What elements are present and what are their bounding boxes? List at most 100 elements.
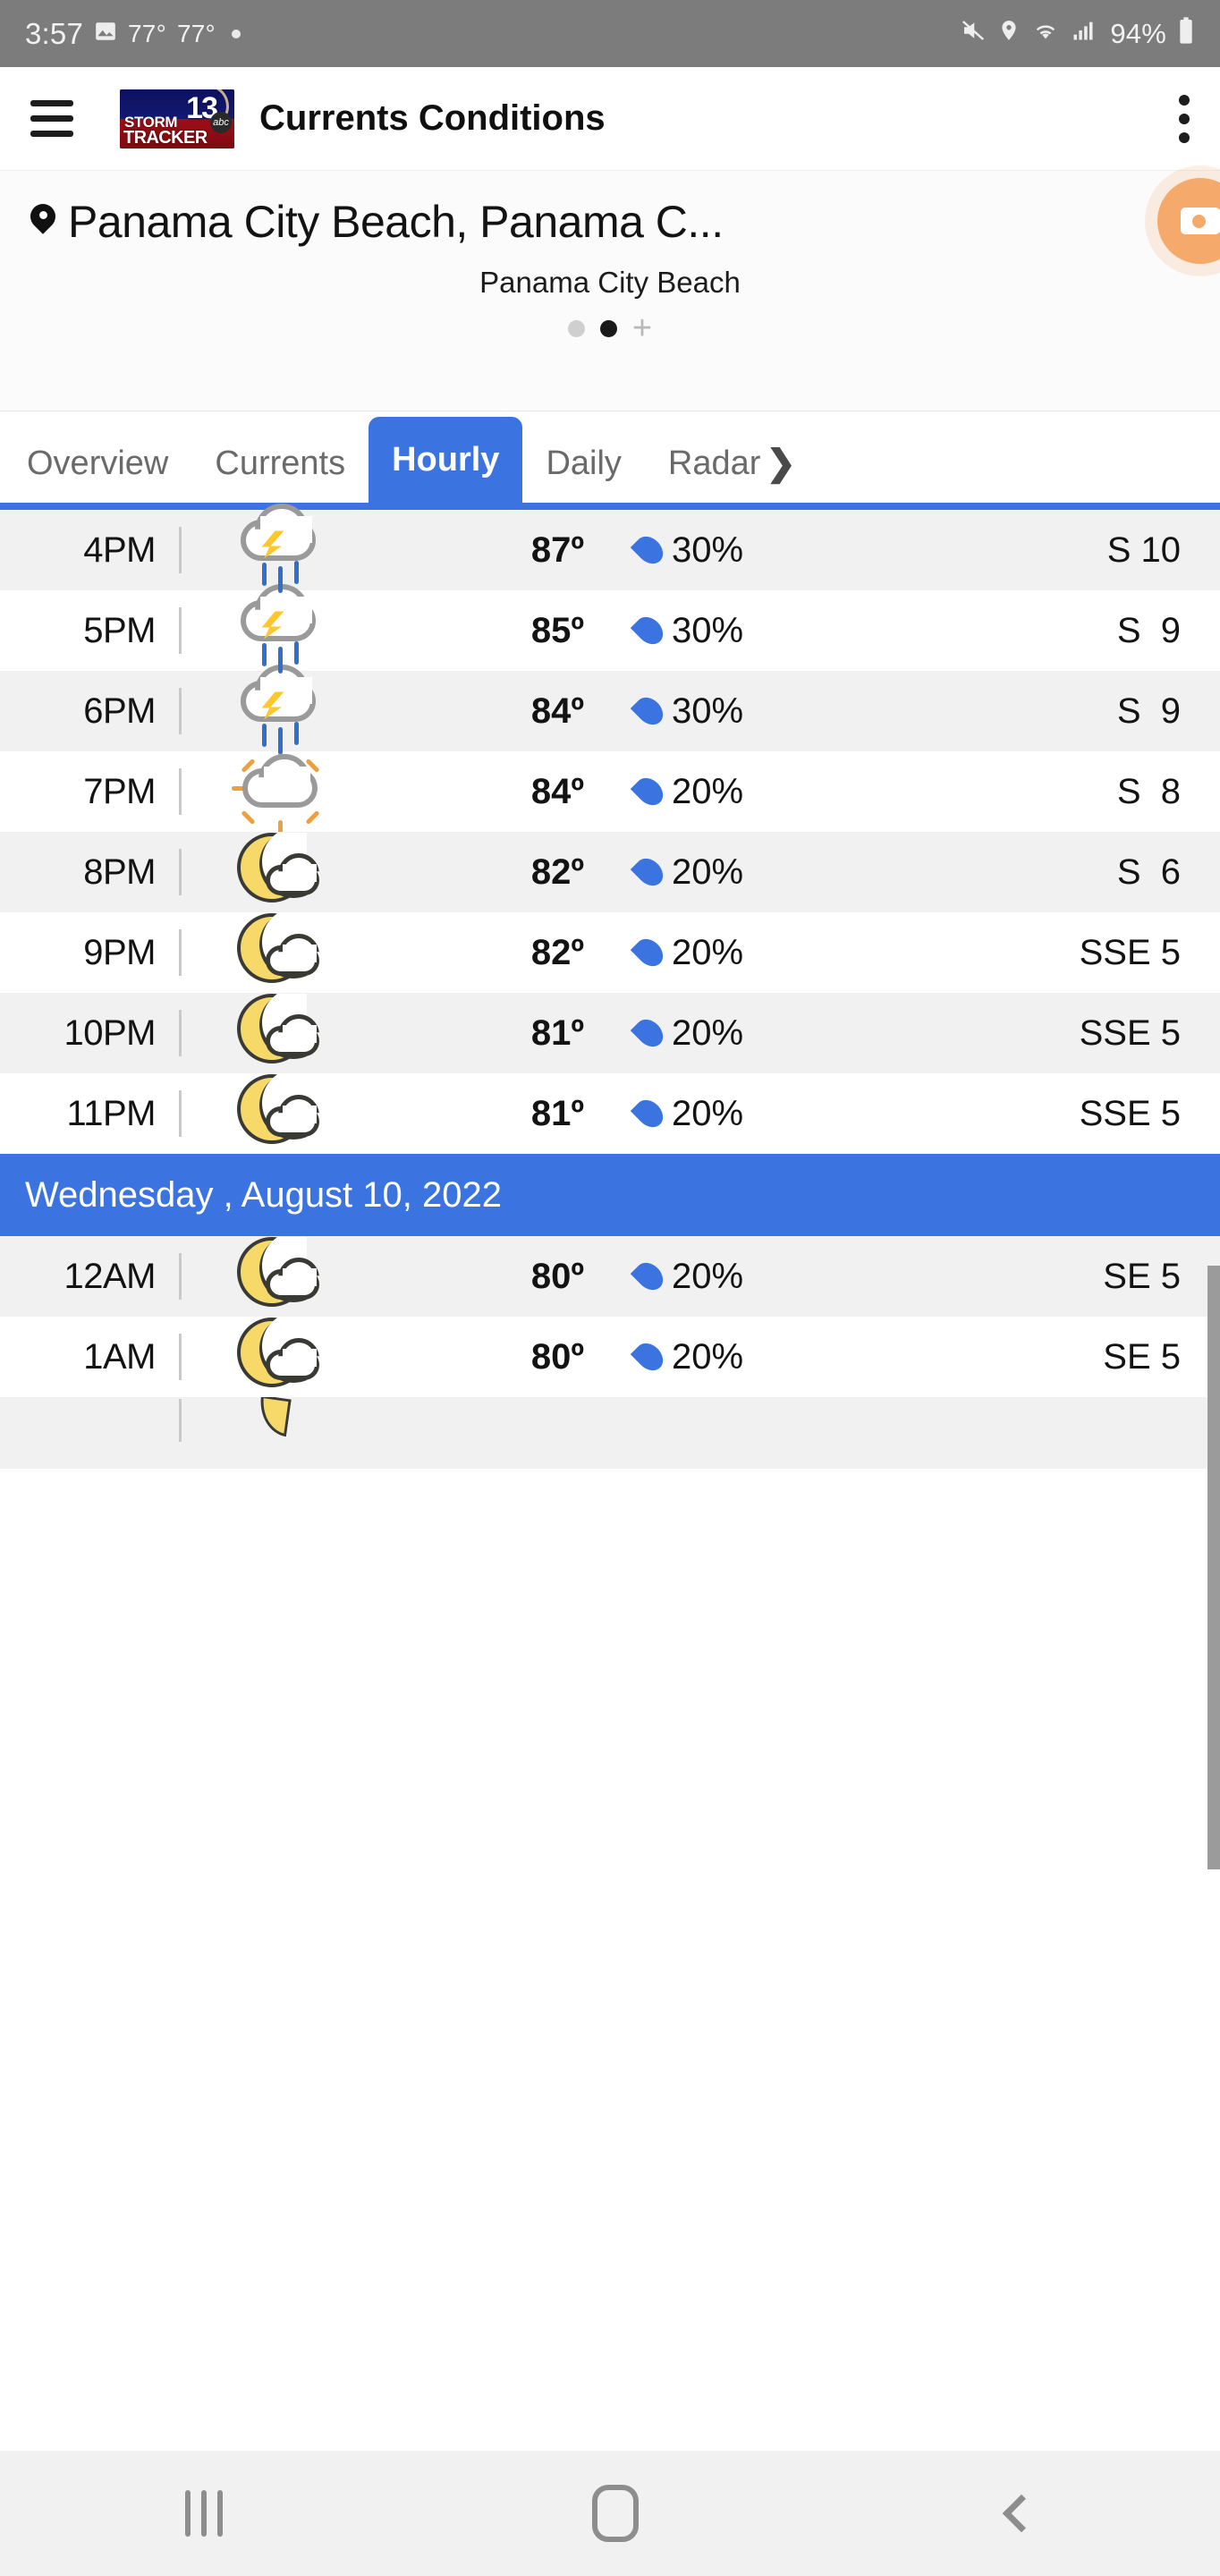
- hamburger-bar: [30, 115, 73, 122]
- row-precip: 20%: [584, 933, 843, 973]
- table-row-partial[interactable]: [0, 1397, 1220, 1469]
- row-time: 7PM: [83, 771, 156, 811]
- water-drop-icon: [630, 852, 669, 892]
- row-time: 8PM: [83, 852, 156, 892]
- row-temperature: 81º: [530, 1013, 584, 1053]
- location-subname: Panama City Beach: [479, 266, 741, 299]
- row-time: 9PM: [83, 932, 156, 972]
- chevron-right-icon: ❯: [766, 444, 796, 483]
- row-precip: 20%: [584, 1013, 843, 1054]
- location-pager[interactable]: +: [0, 311, 1220, 345]
- status-bar-right: 94%: [960, 16, 1195, 52]
- row-temperature: 81º: [530, 1093, 584, 1133]
- tab-currents[interactable]: Currents: [191, 424, 369, 503]
- table-row[interactable]: 11PM 81º 20% SSE 5: [0, 1073, 1220, 1154]
- row-wind: SSE 5: [1079, 1093, 1181, 1133]
- water-drop-icon: [630, 530, 669, 570]
- tab-hourly[interactable]: Hourly: [369, 417, 523, 503]
- tab-label: Hourly: [392, 440, 500, 479]
- thunderstorm-icon: [182, 665, 378, 758]
- recents-icon[interactable]: [184, 2490, 223, 2537]
- row-time: 6PM: [83, 691, 156, 731]
- logo-network-badge: abc: [210, 111, 232, 133]
- wifi-icon: [1031, 17, 1060, 51]
- table-row[interactable]: 5PM 85º 30% S 9: [0, 590, 1220, 674]
- row-precip-value: 20%: [672, 1013, 744, 1053]
- water-drop-icon: [630, 1094, 669, 1133]
- hamburger-bar: [30, 131, 73, 137]
- video-camera-fab[interactable]: [1157, 178, 1220, 264]
- row-precip: 20%: [584, 1094, 843, 1134]
- table-row[interactable]: 6PM 84º 30% S 9: [0, 671, 1220, 754]
- tab-bar[interactable]: Overview Currents Hourly Daily Radar ❯: [0, 411, 1220, 510]
- water-drop-icon: [630, 933, 669, 972]
- row-precip-value: 20%: [672, 1256, 744, 1296]
- row-precip: 30%: [584, 611, 843, 651]
- status-bar-left: 3:57 77° 77°: [25, 17, 241, 51]
- thunderstorm-icon: [182, 504, 378, 597]
- table-row[interactable]: 7PM 84º 20% S 8: [0, 747, 1220, 836]
- tab-radar[interactable]: Radar ❯: [645, 424, 819, 503]
- partly-cloudy-day-icon: [182, 745, 378, 838]
- table-row[interactable]: 4PM 87º 30% S 10: [0, 510, 1220, 593]
- table-row[interactable]: 10PM 81º 20% SSE 5: [0, 993, 1220, 1073]
- row-wind: SE 5: [1103, 1336, 1181, 1377]
- row-time: 4PM: [83, 530, 156, 570]
- row-precip-value: 20%: [672, 852, 744, 892]
- row-temperature: 84º: [530, 771, 584, 811]
- status-time: 3:57: [25, 16, 84, 50]
- partly-cloudy-night-icon: [182, 1067, 378, 1160]
- row-wind: SSE 5: [1079, 932, 1181, 972]
- table-row[interactable]: 12AM 80º 20% SE 5: [0, 1236, 1220, 1317]
- location-pin-icon: [30, 204, 55, 240]
- home-icon[interactable]: [591, 2485, 639, 2542]
- tab-label: Currents: [215, 444, 346, 482]
- partly-cloudy-night-icon: [182, 1397, 378, 1469]
- pager-dot[interactable]: [567, 319, 585, 337]
- row-time: 11PM: [66, 1093, 156, 1133]
- hamburger-bar: [30, 100, 73, 106]
- tab-overview[interactable]: Overview: [4, 424, 191, 503]
- row-temperature: 87º: [530, 530, 584, 570]
- table-row[interactable]: 8PM 82º 20% S 6: [0, 832, 1220, 912]
- location-name: Panama City Beach, Panama C...: [68, 197, 724, 247]
- hamburger-menu-icon[interactable]: [30, 100, 73, 137]
- video-camera-icon: [1181, 208, 1220, 234]
- android-nav-bar[interactable]: [0, 2451, 1220, 2576]
- partly-cloudy-night-icon: [182, 1310, 378, 1403]
- water-drop-icon: [630, 1013, 669, 1053]
- partly-cloudy-night-icon: [182, 1230, 378, 1323]
- location-line: Panama City Beach, Panama C...: [0, 196, 1220, 248]
- row-precip-value: 20%: [672, 1336, 744, 1377]
- table-row[interactable]: 1AM 80º 20% SE 5: [0, 1317, 1220, 1397]
- kebab-menu-icon[interactable]: [1179, 94, 1190, 143]
- row-wind: S 10: [1106, 530, 1181, 570]
- hourly-list[interactable]: 4PM 87º 30% S 10 5PM 85º 30% S 9 6PM 84º…: [0, 510, 1220, 1869]
- kebab-dot: [1179, 131, 1190, 143]
- date-separator: Wednesday , August 10, 2022: [0, 1154, 1220, 1236]
- row-temperature: 85º: [530, 610, 584, 650]
- location-card[interactable]: Panama City Beach, Panama C... Panama Ci…: [0, 170, 1220, 411]
- status-temp-2: 77°: [176, 19, 216, 47]
- scrollbar[interactable]: [1207, 1266, 1220, 1869]
- battery-percent: 94%: [1110, 17, 1166, 49]
- row-wind: S 9: [1116, 691, 1181, 731]
- tab-daily[interactable]: Daily: [522, 424, 644, 503]
- partly-cloudy-night-icon: [182, 826, 378, 919]
- kebab-dot: [1179, 113, 1190, 124]
- row-temperature: 84º: [530, 691, 584, 731]
- tab-label: Overview: [27, 444, 169, 482]
- status-temp-1: 77°: [128, 19, 166, 47]
- add-location-button[interactable]: +: [632, 311, 652, 345]
- row-precip-value: 30%: [672, 530, 744, 570]
- kebab-dot: [1179, 94, 1190, 106]
- row-time: 10PM: [64, 1013, 157, 1053]
- image-icon: [94, 18, 117, 50]
- status-dot-icon: [231, 29, 241, 38]
- row-time: 12AM: [64, 1256, 157, 1296]
- row-temperature: 82º: [530, 932, 584, 972]
- back-icon[interactable]: [1003, 2494, 1041, 2533]
- water-drop-icon: [630, 1337, 669, 1377]
- pager-dot-active[interactable]: [599, 319, 617, 337]
- table-row[interactable]: 9PM 82º 20% SSE 5: [0, 912, 1220, 993]
